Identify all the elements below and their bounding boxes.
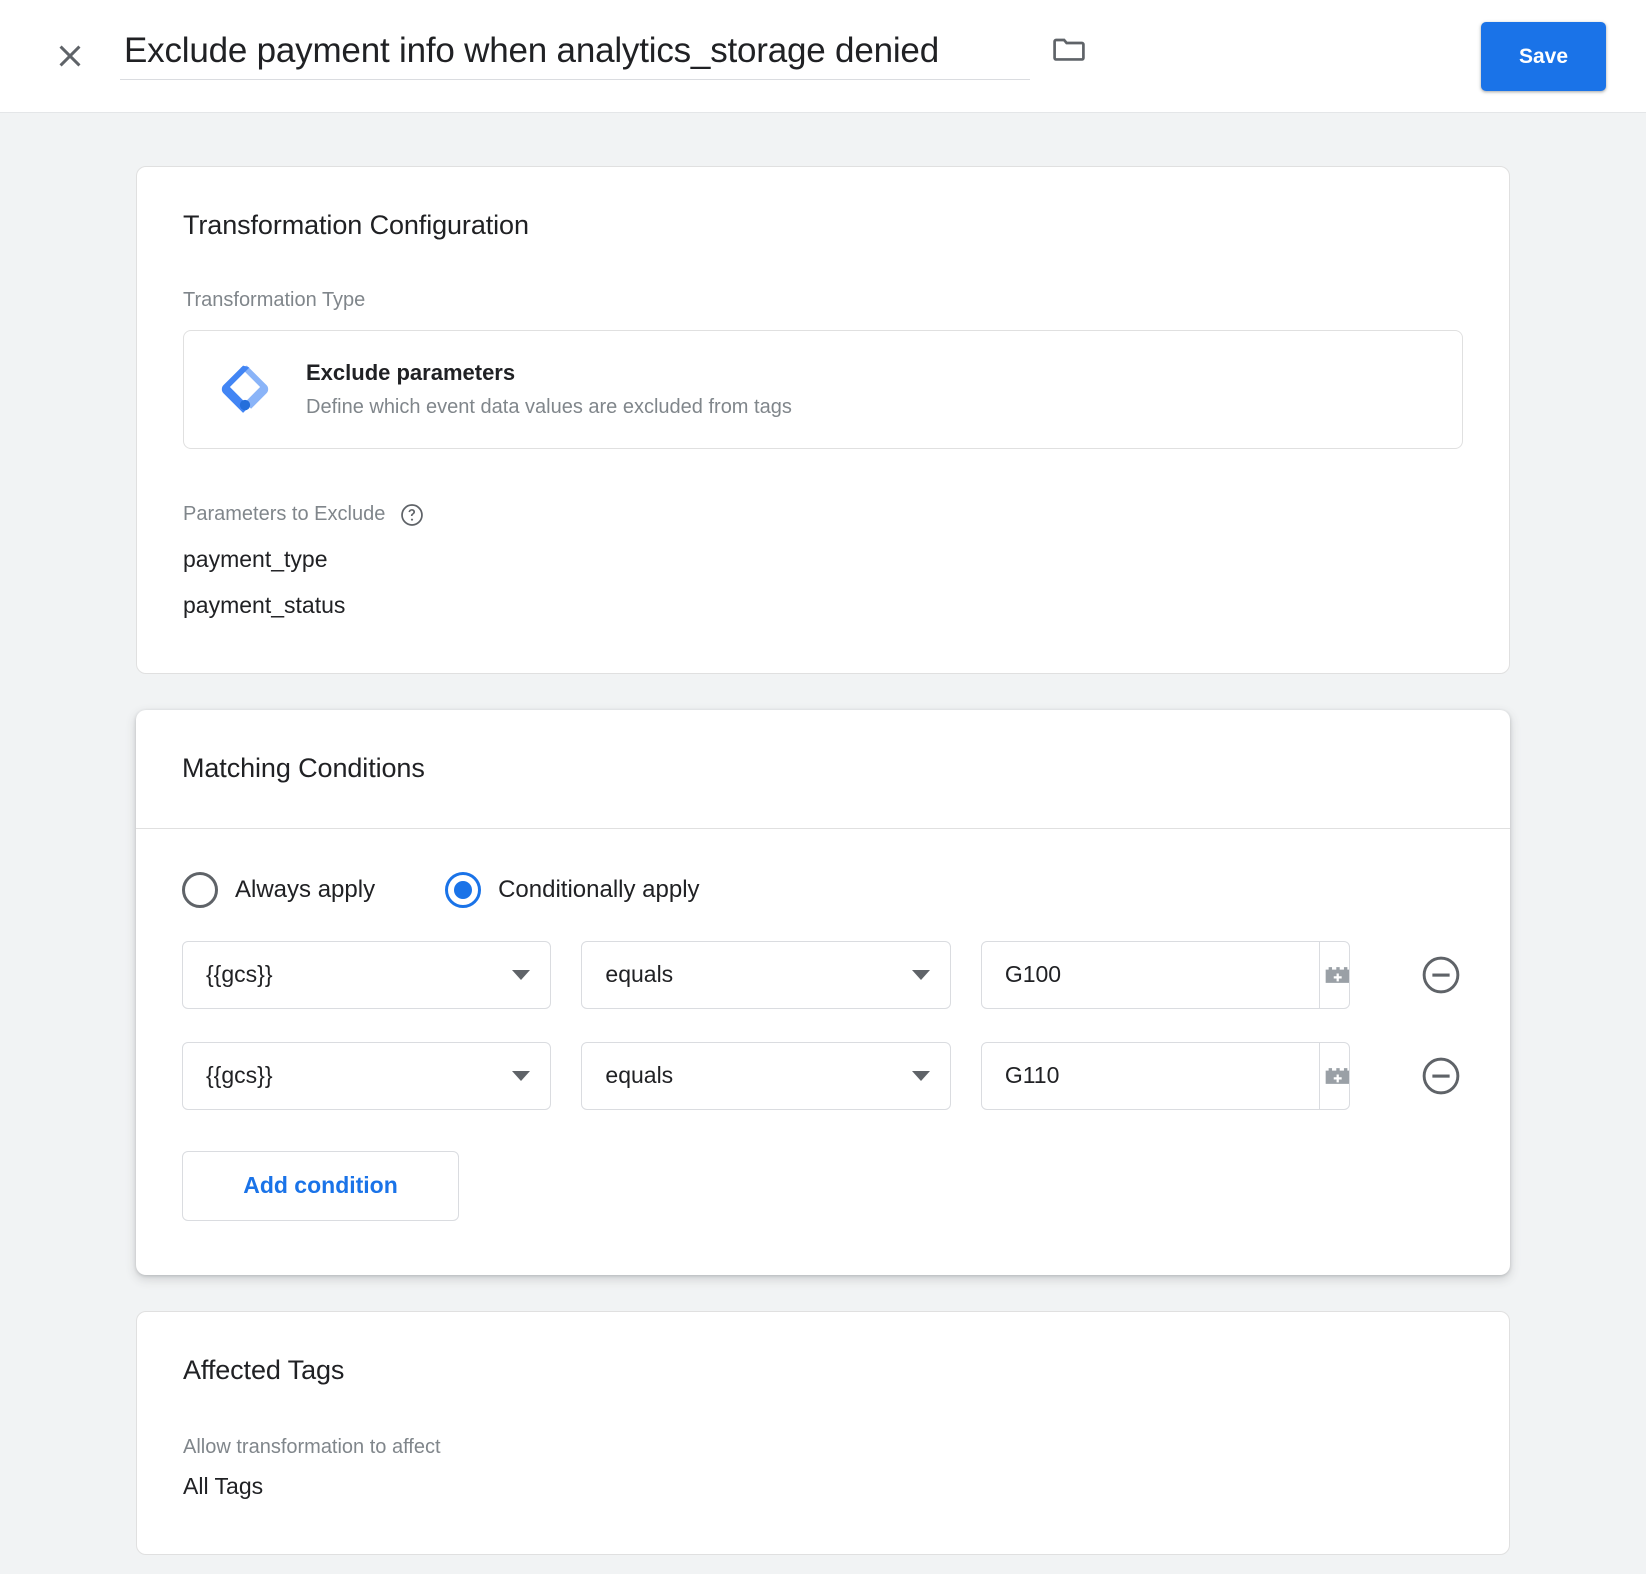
condition-variable-select[interactable]: {{gcs}} [182,1041,552,1110]
close-icon [59,45,81,67]
parameters-to-exclude-label-row: Parameters to Exclude [137,502,1509,528]
radio-checked-icon [445,871,482,908]
chevron-down-icon [911,1070,930,1081]
affected-tags-card: Affected Tags Allow transformation to af… [136,1310,1510,1556]
condition-row: {{gcs}} equals [136,1041,1510,1110]
condition-value-input[interactable] [981,941,1319,1008]
radio-unchecked-icon [182,871,218,908]
chevron-down-icon [911,969,930,980]
page-content: Transformation Configuration Transformat… [0,113,1646,1556]
condition-value-field [980,940,1350,1009]
add-condition-button[interactable]: Add condition [182,1150,459,1221]
condition-value-field [980,1041,1350,1110]
condition-operator-select[interactable]: equals [581,940,951,1009]
google-tag-manager-logo-icon [218,360,272,419]
radio-option-always-apply[interactable]: Always apply [182,871,376,908]
remove-condition-button[interactable] [1418,1053,1464,1099]
variable-picker-button[interactable] [1318,1042,1349,1109]
card-spacer [137,619,1509,673]
card-spacer [137,1500,1509,1554]
condition-operator-select[interactable]: equals [581,1041,951,1110]
apply-mode-radio-group: Always apply Conditionally apply [136,829,1510,908]
condition-variable-select[interactable]: {{gcs}} [182,940,552,1009]
radio-label-conditionally-apply: Conditionally apply [498,875,700,903]
card-title-transformation: Transformation Configuration [183,210,529,240]
condition-variable-value: {{gcs}} [206,1062,273,1089]
transformation-type-description: Define which event data values are exclu… [306,395,792,418]
card-title-affected-tags: Affected Tags [183,1354,345,1385]
condition-row: {{gcs}} equals [136,940,1510,1009]
condition-operator-value: equals [605,1062,674,1089]
help-icon[interactable] [399,502,425,528]
save-button[interactable]: Save [1480,22,1606,91]
parameters-to-exclude-label: Parameters to Exclude [183,503,386,526]
parameter-item: payment_type [183,545,328,572]
chevron-down-icon [512,969,531,980]
folder-icon [1053,38,1085,61]
variable-brick-icon [1325,966,1349,983]
card-spacer [136,1221,1510,1275]
variable-brick-icon [1325,1067,1349,1084]
chevron-down-icon [512,1070,531,1081]
affected-tags-sub-label: Allow transformation to affect [183,1436,441,1459]
remove-circle-icon [1422,956,1460,994]
transformation-type-name: Exclude parameters [306,360,516,386]
remove-circle-icon [1422,1057,1460,1095]
folder-button[interactable] [1048,28,1090,70]
variable-picker-button[interactable] [1318,941,1349,1008]
radio-label-always-apply: Always apply [235,875,376,903]
card-title-matching-conditions: Matching Conditions [182,753,425,784]
close-button[interactable] [46,32,94,80]
transformation-type-text: Exclude parameters Define which event da… [306,359,792,420]
condition-value-input[interactable] [981,1042,1319,1109]
transformation-name-input[interactable] [120,31,1030,80]
transformation-configuration-card: Transformation Configuration Transformat… [136,166,1510,675]
affected-tags-value: All Tags [183,1473,264,1500]
title-area [120,28,1090,84]
remove-condition-button[interactable] [1418,952,1464,998]
condition-variable-value: {{gcs}} [206,961,273,988]
radio-dot [454,880,473,899]
matching-conditions-card: Matching Conditions Always apply Conditi… [136,710,1510,1275]
condition-operator-value: equals [605,961,674,988]
radio-option-conditionally-apply[interactable]: Conditionally apply [445,871,700,908]
top-app-bar: Save [0,0,1646,113]
transformation-type-label: Transformation Type [183,289,366,312]
transformation-type-selector[interactable]: Exclude parameters Define which event da… [183,330,1463,449]
parameter-item: payment_status [183,591,346,618]
